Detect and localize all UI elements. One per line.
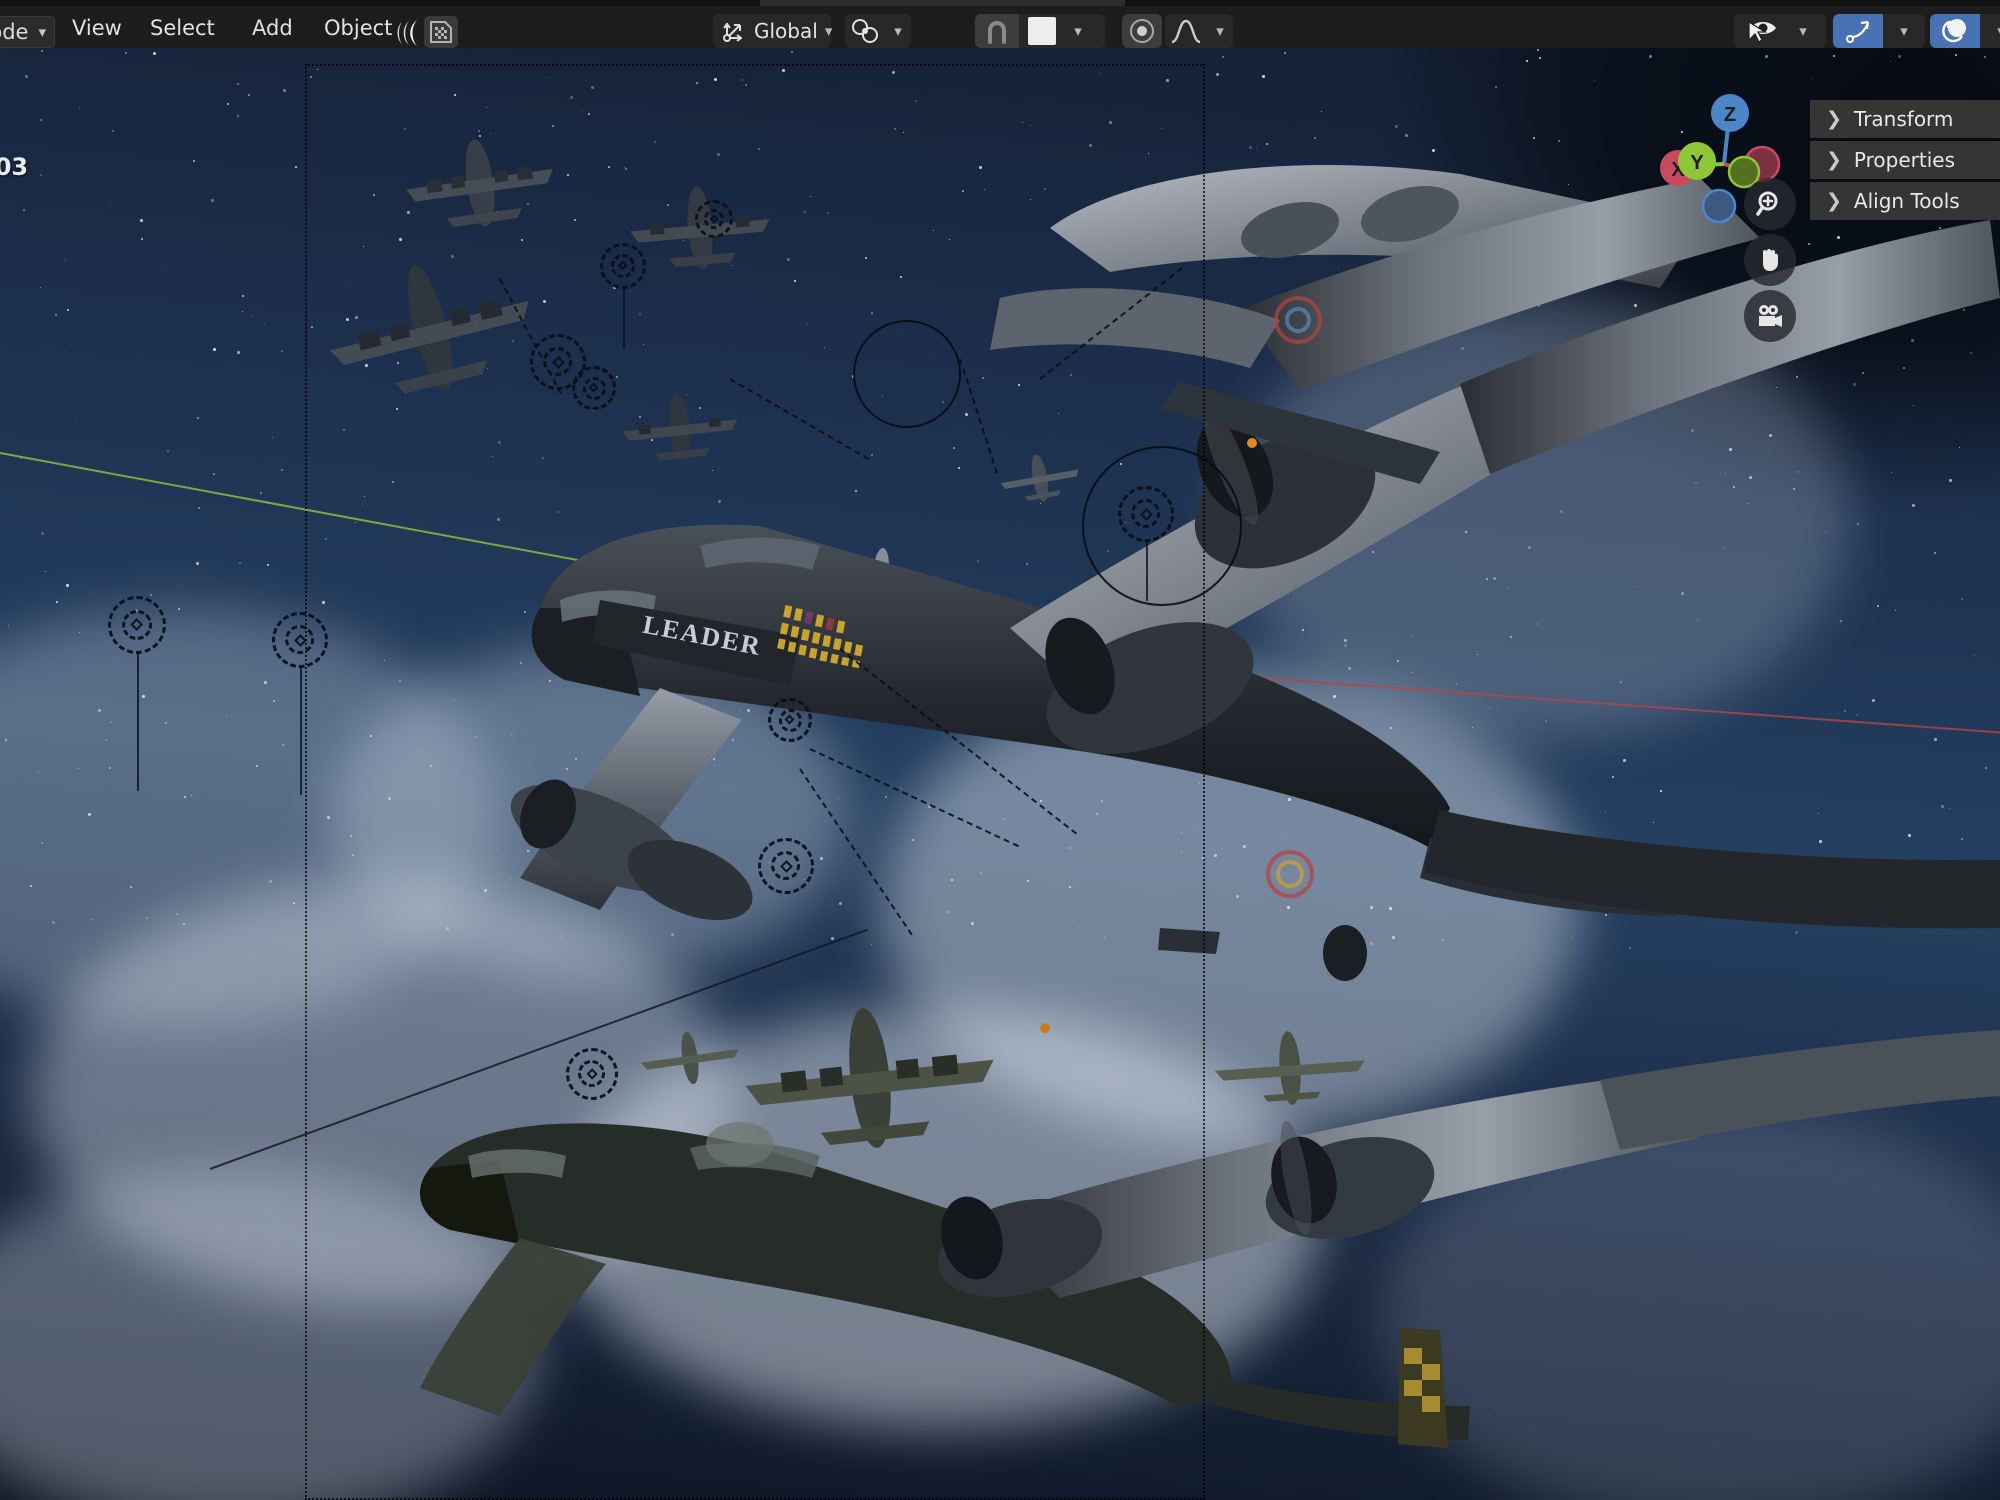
panel-align-tools[interactable]: ❯ Align Tools — [1810, 182, 2000, 220]
chevron-down-icon: ▾ — [824, 22, 833, 40]
viewport-canvas[interactable]: LEADER 03 X Y Z ❯ Transform ❯ Properties… — [0, 48, 2000, 1500]
mode-selector-dropdown[interactable]: ode ▾ — [0, 16, 55, 48]
chevron-down-icon: ▾ — [1216, 22, 1224, 40]
falloff-dropdown[interactable]: ▾ — [1165, 14, 1233, 48]
pivot-point-icon — [845, 14, 885, 48]
chevron-down-icon: ▾ — [1799, 22, 1807, 40]
menu-select[interactable]: Select — [138, 13, 227, 43]
object-mode-icon[interactable] — [392, 18, 426, 48]
chevron-down-icon: ▾ — [894, 22, 902, 40]
panel-properties-label: Properties — [1853, 148, 1955, 172]
menu-view[interactable]: View — [60, 13, 134, 43]
transform-orientation-label: Global — [754, 19, 818, 43]
chevron-right-icon: ❯ — [1826, 190, 1842, 212]
overlays-sphere-icon — [1940, 16, 1970, 46]
mode-selector-label: ode — [0, 20, 29, 44]
menu-object-label: Object — [324, 16, 393, 40]
camera-passepartout-frame — [305, 64, 1205, 1500]
panel-transform-label: Transform — [1853, 107, 1954, 131]
chevron-down-icon: ▾ — [38, 23, 46, 41]
transform-orientation-dropdown[interactable]: Global ▾ — [713, 14, 833, 48]
menu-add-label: Add — [252, 16, 293, 40]
panel-transform[interactable]: ❯ Transform — [1810, 100, 2000, 138]
chevron-right-icon: ❯ — [1826, 108, 1842, 130]
viewport-info-text: 003 — [0, 153, 29, 181]
visibility-selectability-dropdown[interactable]: ▾ — [1734, 14, 1826, 48]
toggle-camera-view-button[interactable] — [1744, 290, 1796, 342]
menu-view-label: View — [72, 16, 122, 40]
magnet-icon[interactable] — [975, 14, 1019, 48]
camera-icon — [1755, 301, 1785, 331]
panel-align-tools-label: Align Tools — [1853, 189, 1960, 213]
proportional-edit-toggle[interactable] — [1122, 14, 1162, 48]
magnifier-plus-icon — [1755, 189, 1785, 219]
empty-object[interactable] — [108, 596, 166, 792]
zoom-view-button[interactable] — [1744, 178, 1796, 230]
object-origin-dot[interactable] — [1247, 438, 1257, 448]
svg-text:Y: Y — [1690, 152, 1704, 174]
viewport-header: ode ▾ View Select Add Object — [0, 6, 2000, 48]
show-gizmo-toggle[interactable] — [1833, 14, 1883, 48]
chevron-down-icon: ▾ — [1074, 22, 1082, 40]
checker-texture-icon[interactable] — [424, 16, 458, 48]
show-overlays-control: ▾ — [1930, 14, 2000, 48]
proportional-edit-icon — [1122, 14, 1162, 48]
gizmo-icon — [1843, 16, 1873, 46]
show-gizmo-control: ▾ — [1833, 14, 1925, 48]
pivot-point-dropdown[interactable]: ▾ — [845, 14, 911, 48]
menu-object[interactable]: Object — [312, 13, 404, 43]
move-view-button[interactable] — [1744, 234, 1796, 286]
menu-select-label: Select — [150, 16, 215, 40]
chevron-down-icon[interactable]: ▾ — [1883, 22, 1925, 40]
show-overlays-toggle[interactable] — [1930, 14, 1980, 48]
hand-icon — [1755, 245, 1785, 275]
smooth-falloff-curve-icon — [1165, 14, 1207, 48]
svg-text:Z: Z — [1724, 104, 1736, 126]
panel-properties[interactable]: ❯ Properties — [1810, 141, 2000, 179]
snapping-controls: ▾ — [975, 14, 1105, 48]
snap-increment-icon[interactable] — [1019, 14, 1065, 48]
viewport-sidebar: ❯ Transform ❯ Properties ❯ Align Tools — [1810, 100, 2000, 223]
chevron-right-icon: ❯ — [1826, 149, 1842, 171]
menu-add[interactable]: Add — [240, 13, 305, 43]
chevron-down-icon[interactable]: ▾ — [1980, 22, 2000, 40]
eye-cursor-icon — [1734, 14, 1790, 48]
orientation-axis-icon — [721, 18, 747, 44]
blender-window: ode ▾ View Select Add Object — [0, 0, 2000, 1500]
